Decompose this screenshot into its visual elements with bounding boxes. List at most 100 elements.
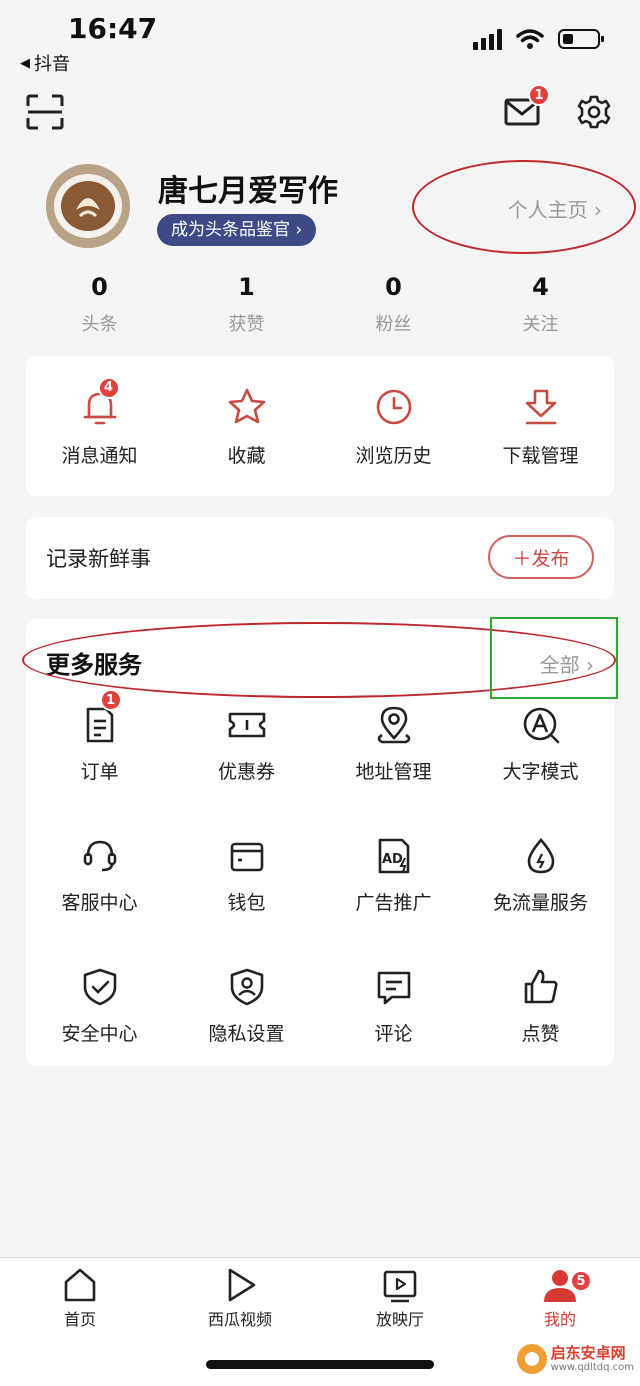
wallet-icon — [230, 842, 263, 872]
avatar[interactable] — [46, 164, 130, 248]
service-data-free[interactable]: 免流量服务 — [467, 836, 614, 915]
quick-label: 浏览历史 — [355, 444, 432, 467]
quick-label: 消息通知 — [61, 444, 138, 467]
service-label: 地址管理 — [355, 761, 432, 783]
location-icon — [377, 706, 410, 744]
stat-value: 1 — [238, 273, 255, 301]
tab-label: 我的 — [543, 1310, 576, 1329]
mail-button[interactable]: 1 — [504, 84, 550, 130]
play-icon — [228, 1268, 256, 1302]
service-likes[interactable]: 点赞 — [467, 967, 614, 1046]
service-label: 钱包 — [227, 892, 266, 914]
service-label: 点赞 — [521, 1023, 560, 1045]
stat-headlines[interactable]: 0 头条 — [26, 270, 173, 336]
back-triangle-icon: ◀ — [20, 55, 30, 71]
back-app-label: 抖音 — [34, 54, 70, 75]
svg-text:AD: AD — [382, 852, 403, 867]
large-font-icon — [523, 707, 559, 744]
service-label: 评论 — [374, 1023, 413, 1045]
stat-likes[interactable]: 1 获赞 — [173, 270, 320, 336]
service-orders[interactable]: 1 订单 — [26, 689, 173, 784]
scan-button[interactable] — [26, 94, 64, 130]
stat-value: 4 — [532, 273, 549, 301]
services-grid: 1 订单 优惠券 地址管理 大字模式 客服中心 钱包 AD 广告推广 免流量服务… — [26, 689, 614, 1046]
stat-value: 0 — [385, 273, 402, 301]
home-icon — [64, 1268, 96, 1302]
notification-badge: 4 — [97, 376, 120, 399]
coffee-avatar-image — [46, 164, 130, 248]
tab-home[interactable]: 首页 — [0, 1266, 160, 1346]
service-label: 订单 — [80, 761, 119, 783]
service-address[interactable]: 地址管理 — [320, 705, 467, 784]
status-time: 16:47 — [68, 12, 158, 45]
headset-icon — [83, 840, 116, 872]
battery-icon — [558, 29, 604, 49]
service-label: 广告推广 — [355, 892, 432, 914]
comment-icon — [377, 971, 410, 1005]
service-label: 隐私设置 — [208, 1023, 285, 1045]
quick-actions-card: 4 消息通知 收藏 浏览历史 下载管理 — [26, 356, 614, 496]
back-to-app[interactable]: ◀ 抖音 — [20, 50, 70, 76]
tab-label: 首页 — [63, 1310, 96, 1329]
thumbs-up-icon — [524, 969, 558, 1004]
gear-icon — [577, 95, 611, 129]
service-security[interactable]: 安全中心 — [26, 967, 173, 1046]
service-label: 安全中心 — [61, 1023, 138, 1045]
service-wallet[interactable]: 钱包 — [173, 836, 320, 915]
quick-label: 收藏 — [227, 444, 266, 467]
order-badge: 1 — [99, 689, 122, 711]
service-label: 大字模式 — [502, 761, 579, 783]
quick-notifications[interactable]: 4 消息通知 — [26, 376, 173, 468]
cellular-signal-icon — [473, 28, 502, 50]
download-icon — [525, 389, 556, 424]
stat-label: 获赞 — [228, 314, 265, 335]
tab-mine[interactable]: 5 我的 — [480, 1266, 640, 1346]
ad-icon: AD — [378, 838, 409, 874]
post-prompt: 记录新鲜事 — [46, 547, 151, 571]
shield-check-icon — [83, 968, 116, 1006]
stat-following[interactable]: 4 关注 — [467, 270, 614, 336]
service-comments[interactable]: 评论 — [320, 967, 467, 1046]
publish-button[interactable]: ＋发布 — [488, 535, 594, 579]
status-icons — [473, 28, 604, 50]
stat-label: 关注 — [522, 314, 559, 335]
stat-label: 粉丝 — [375, 314, 412, 335]
stats-row: 0 头条 1 获赞 0 粉丝 4 关注 — [26, 270, 614, 336]
stat-fans[interactable]: 0 粉丝 — [320, 270, 467, 336]
annotation-ellipse-homepage — [412, 160, 636, 254]
wifi-icon — [516, 29, 544, 49]
tv-play-icon — [383, 1270, 417, 1303]
service-label: 客服中心 — [61, 892, 138, 914]
watermark-title: 启东安卓网 — [550, 1344, 626, 1363]
service-ad-promotion[interactable]: AD 广告推广 — [320, 836, 467, 915]
clock-icon — [376, 389, 411, 424]
stat-label: 头条 — [81, 314, 118, 335]
post-card: 记录新鲜事 ＋发布 — [26, 517, 614, 599]
home-indicator[interactable] — [206, 1360, 434, 1369]
tab-label: 西瓜视频 — [207, 1310, 272, 1329]
settings-button[interactable] — [576, 94, 612, 130]
quick-label: 下载管理 — [502, 444, 579, 467]
quick-favorites[interactable]: 收藏 — [173, 385, 320, 468]
quick-history[interactable]: 浏览历史 — [320, 385, 467, 468]
watermark-url: www.qdltdq.com — [550, 1361, 634, 1373]
watermark: 启东安卓网 www.qdltdq.com — [516, 1344, 634, 1374]
tab-cinema[interactable]: 放映厅 — [320, 1266, 480, 1346]
username: 唐七月爱写作 — [158, 174, 338, 209]
watermark-logo-icon — [516, 1344, 547, 1374]
privacy-icon — [230, 968, 263, 1006]
mail-badge: 1 — [528, 84, 550, 106]
service-large-font[interactable]: 大字模式 — [467, 705, 614, 784]
service-customer-center[interactable]: 客服中心 — [26, 836, 173, 915]
data-drop-icon — [527, 838, 554, 874]
annotation-box-all — [490, 617, 618, 699]
quick-downloads[interactable]: 下载管理 — [467, 385, 614, 468]
coupon-icon — [228, 712, 265, 738]
service-label: 免流量服务 — [492, 892, 588, 914]
service-coupons[interactable]: 优惠券 — [173, 705, 320, 784]
appraiser-badge[interactable]: 成为头条品鉴官 › — [157, 214, 317, 246]
service-privacy[interactable]: 隐私设置 — [173, 967, 320, 1046]
tab-xigua-video[interactable]: 西瓜视频 — [160, 1266, 320, 1346]
tab-label: 放映厅 — [375, 1310, 424, 1329]
order-icon — [86, 707, 113, 743]
